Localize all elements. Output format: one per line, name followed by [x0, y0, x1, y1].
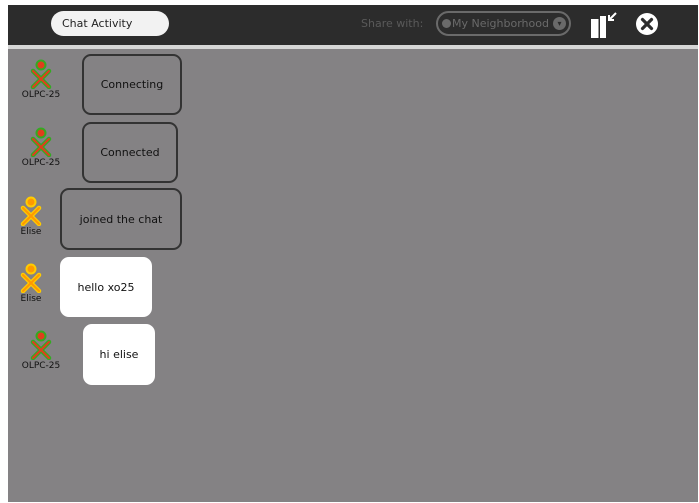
message-bubble: hello xo25	[60, 257, 152, 317]
status-bubble: joined the chat	[60, 188, 182, 250]
buddy-name: OLPC-25	[21, 158, 61, 168]
keep-journal-icon	[591, 12, 617, 38]
neighborhood-dot-icon	[442, 19, 451, 28]
bubble-text: hi elise	[99, 348, 139, 361]
message-bubble: hi elise	[83, 324, 155, 385]
stop-close-icon	[636, 13, 658, 35]
bubble-text: Connecting	[100, 78, 164, 91]
xo-buddy-icon	[20, 263, 42, 293]
xo-buddy-icon	[30, 59, 52, 89]
xo-buddy-icon	[30, 127, 52, 157]
buddy-olpc-25: OLPC-25	[16, 59, 66, 101]
xo-buddy-icon	[30, 330, 52, 360]
chat-empty-area	[8, 393, 698, 502]
toolbar-separator	[8, 45, 698, 49]
bubble-text: Connected	[100, 146, 160, 159]
buddy-name: OLPC-25	[21, 361, 61, 371]
buddy-olpc-25: OLPC-25	[16, 330, 66, 372]
buddy-elise: Elise	[8, 263, 55, 305]
buddy-name: OLPC-25	[21, 90, 61, 100]
status-bubble: Connecting	[82, 54, 182, 115]
keep-button[interactable]	[588, 11, 618, 41]
dropdown-arrow-icon: ▾	[553, 17, 566, 30]
activity-window: Chat Activity Share with: My Neighborhoo…	[8, 5, 698, 502]
activity-toolbar: Chat Activity Share with: My Neighborhoo…	[8, 5, 698, 45]
buddy-elise: Elise	[8, 196, 55, 238]
status-bubble: Connected	[82, 122, 178, 183]
share-with-value: My Neighborhood	[452, 17, 549, 30]
buddy-name: Elise	[20, 227, 42, 237]
bubble-text: hello xo25	[77, 280, 135, 294]
bubble-text: joined the chat	[79, 212, 163, 226]
xo-buddy-icon	[20, 196, 42, 226]
share-with-label: Share with:	[361, 17, 424, 30]
share-with-combo[interactable]: My Neighborhood ▾	[436, 11, 571, 36]
stop-button[interactable]	[635, 12, 659, 36]
buddy-olpc-25: OLPC-25	[16, 127, 66, 169]
activity-title-field[interactable]: Chat Activity	[51, 11, 169, 36]
buddy-name: Elise	[20, 294, 42, 304]
